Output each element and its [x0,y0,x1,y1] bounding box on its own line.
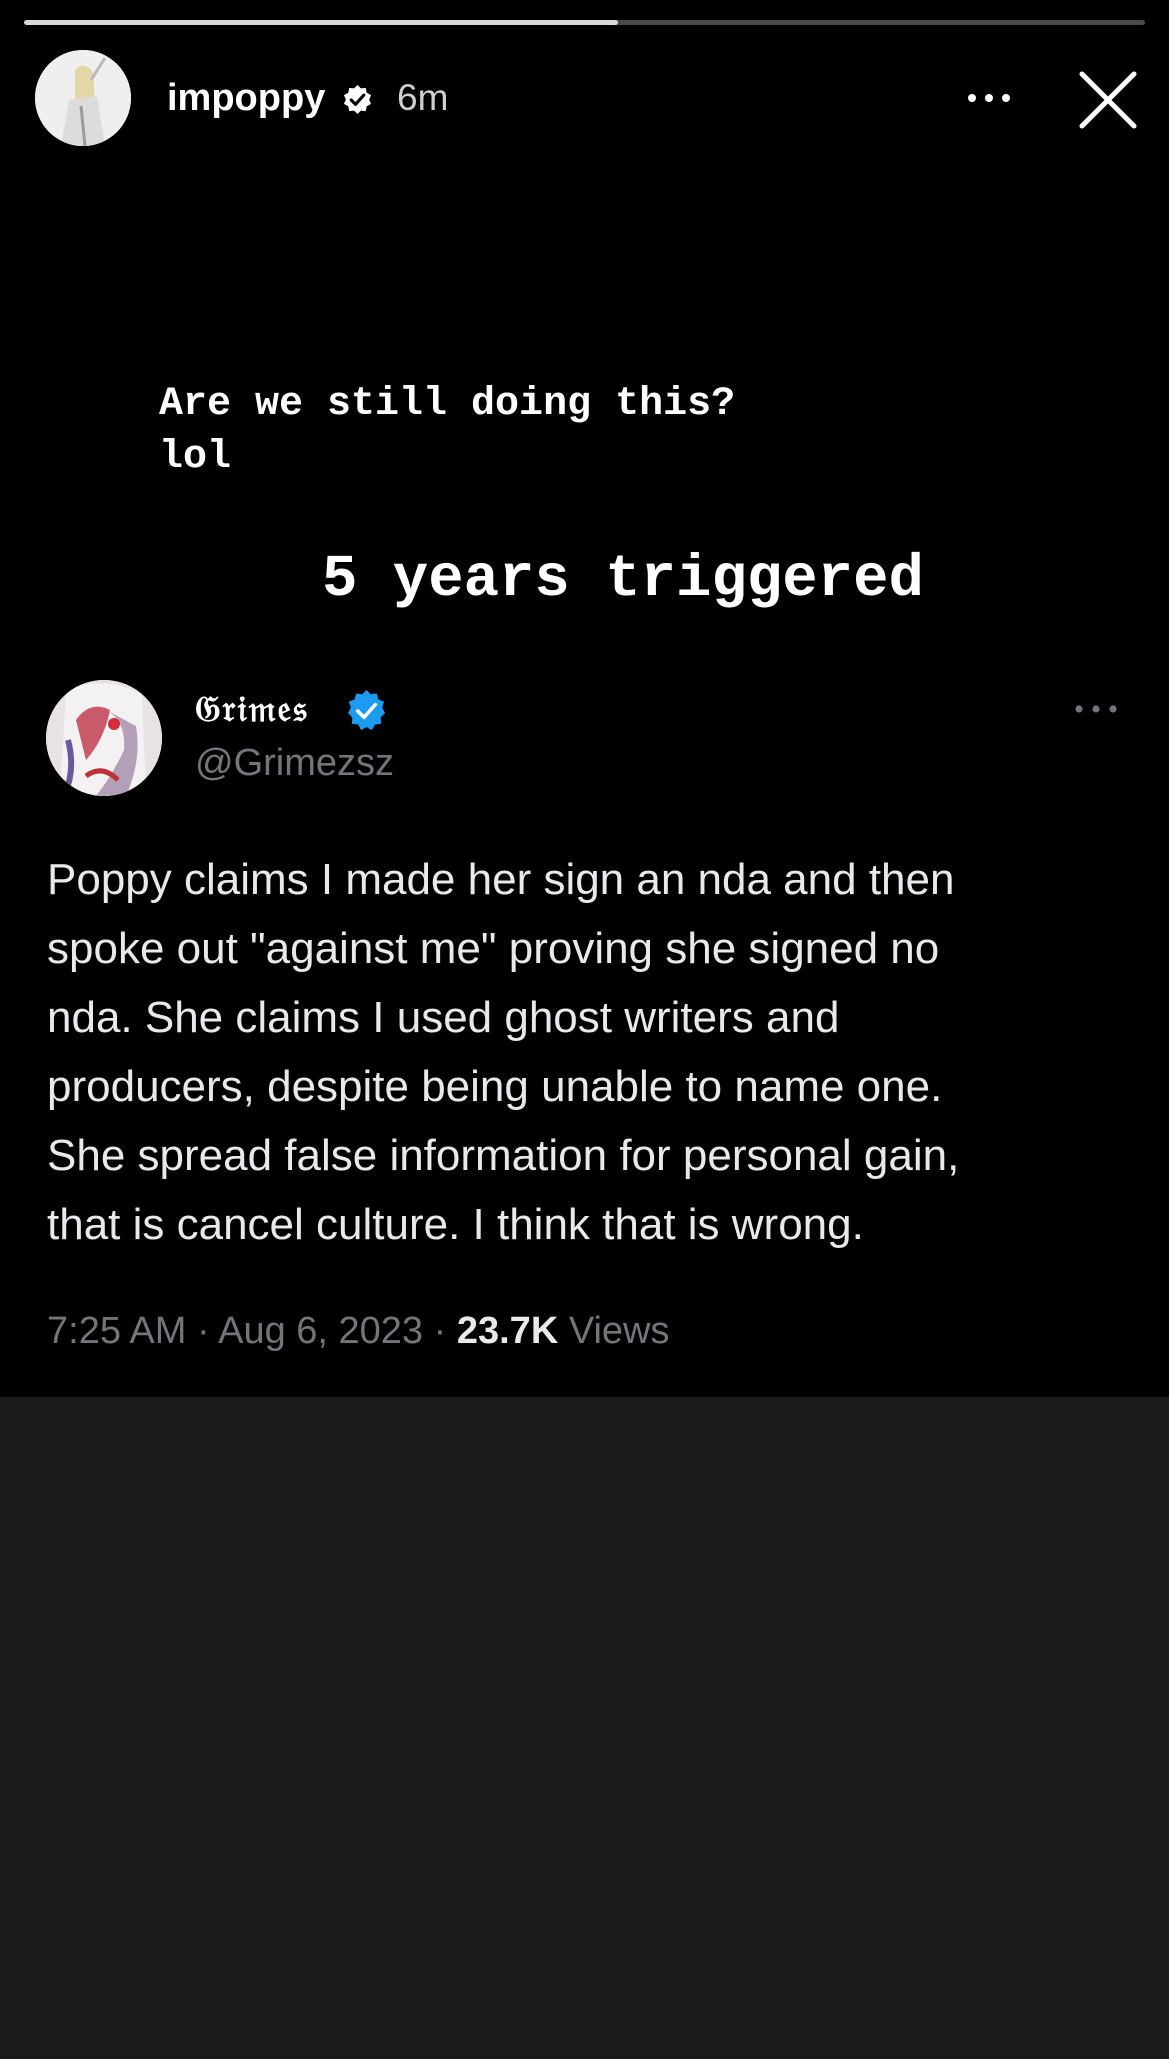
more-options-icon[interactable] [963,74,1015,122]
tweet-date[interactable]: Aug 6, 2023 [218,1310,423,1352]
story-caption: Are we still doing this? lol [159,378,735,484]
story-progress-bar [24,20,1145,25]
tweet-handle[interactable]: @Grimezsz [195,737,394,789]
verified-badge-icon [343,84,372,115]
twitter-verified-icon [347,689,386,731]
tweet-metadata: 7:25 AM · Aug 6, 2023 · 23.7K Views [47,1303,670,1359]
story-avatar[interactable] [35,50,131,146]
tweet-display-name[interactable]: 𝔊𝔯𝔦𝔪𝔢𝔰 [195,684,309,734]
close-icon[interactable] [1076,70,1140,130]
tweet-views-label: Views [558,1310,670,1352]
caption-line-1: Are we still doing this? [159,382,736,427]
meta-separator: · [423,1310,457,1352]
story-progress-fill [24,20,619,25]
story-time: 6m [397,77,449,118]
tweet-time[interactable]: 7:25 AM [47,1310,186,1352]
meta-separator: · [186,1310,219,1352]
story-caption-large: 5 years triggered [322,546,924,613]
tweet-text: Poppy claims I made her sign an nda and … [47,855,960,1249]
caption-line-2: lol [159,435,232,480]
story-username[interactable]: impoppy [167,73,325,123]
tweet-views-count: 23.7K [456,1310,559,1352]
tweet-more-icon[interactable] [1073,696,1119,722]
tweet-avatar[interactable] [46,680,162,796]
